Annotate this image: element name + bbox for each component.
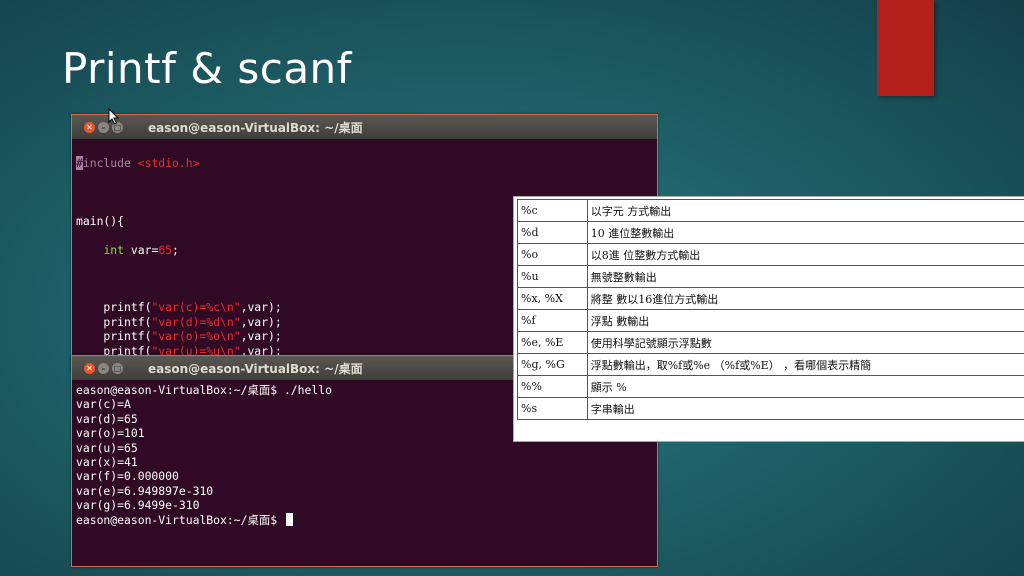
specifier-cell: %d xyxy=(517,221,588,244)
table-row: %f 浮點 數輸出 xyxy=(517,309,1024,332)
specifier-cell: %c xyxy=(517,199,588,222)
description-cell: 顯示 % xyxy=(586,375,1024,398)
text-cursor: # xyxy=(76,156,83,171)
cursor-icon xyxy=(285,512,293,526)
table-row: %u 無號整數輸出 xyxy=(517,265,1024,288)
output-line: var(e)=6.949897e-310 xyxy=(76,483,214,498)
close-icon[interactable]: ✕ xyxy=(84,121,95,133)
specifier-cell: %g, %G xyxy=(517,353,588,376)
table-row: %% 顯示 % xyxy=(517,375,1024,398)
table-row: %s 字串輸出 xyxy=(517,397,1024,420)
output-line: var(f)=0.000000 xyxy=(76,469,179,484)
prompt-line[interactable]: eason@eason-VirtualBox:~/桌面$ xyxy=(76,512,657,527)
window-title: eason@eason-VirtualBox: ~/桌面 xyxy=(148,361,363,376)
description-cell: 使用科學記號顯示浮點數 xyxy=(586,331,1024,354)
table-row: %c 以字元 方式輸出 xyxy=(517,199,1024,222)
table-row: %g, %G 浮點數輸出，取%f或%e （%f或%E） ，看哪個表示精簡 xyxy=(517,353,1024,376)
accent-tab xyxy=(877,0,934,96)
specifier-cell: %o xyxy=(517,243,588,266)
description-cell: 將整 數以16進位方式輸出 xyxy=(586,287,1024,310)
table-row: %e, %E 使用科學記號顯示浮點數 xyxy=(517,331,1024,354)
mouse-pointer-icon xyxy=(108,108,120,125)
editor-titlebar[interactable]: ✕ – □ eason@eason-VirtualBox: ~/桌面 xyxy=(72,115,657,139)
description-cell: 字串輸出 xyxy=(586,397,1024,420)
slide-title: Printf & scanf xyxy=(62,44,352,93)
description-cell: 以8進 位整數方式輸出 xyxy=(586,243,1024,266)
table-row: %d 10 進位整數輸出 xyxy=(517,221,1024,244)
output-line: var(u)=65 xyxy=(76,440,138,455)
minimize-icon[interactable]: – xyxy=(98,362,109,374)
specifier-cell: %x, %X xyxy=(517,287,588,310)
description-cell: 浮點 數輸出 xyxy=(586,309,1024,332)
description-cell: 以字元 方式輸出 xyxy=(586,199,1024,222)
table-row: %o 以8進 位整數方式輸出 xyxy=(517,243,1024,266)
specifier-cell: %e, %E xyxy=(517,331,588,354)
table-row: %x, %X 將整 數以16進位方式輸出 xyxy=(517,287,1024,310)
output-line: var(x)=41 xyxy=(76,455,138,470)
code-line-include: #include <stdio.h> xyxy=(76,156,200,171)
output-line: var(g)=6.9499e-310 xyxy=(76,498,200,513)
maximize-icon[interactable]: □ xyxy=(112,362,123,374)
specifier-rows: %c 以字元 方式輸出 %d 10 進位整數輸出 %o 以8進 位整數方式輸出 %u 無號整數… xyxy=(517,199,1024,420)
specifier-cell: %s xyxy=(517,397,588,420)
description-cell: 無號整數輸出 xyxy=(586,265,1024,288)
close-icon[interactable]: ✕ xyxy=(84,362,95,374)
format-specifier-table: %c 以字元 方式輸出 %d 10 進位整數輸出 %o 以8進 位整數方式輸出 %u 無號整數… xyxy=(513,196,1024,442)
description-cell: 浮點數輸出，取%f或%e （%f或%E） ，看哪個表示精簡 xyxy=(586,353,1024,376)
specifier-cell: %% xyxy=(517,375,588,398)
specifier-cell: %u xyxy=(517,265,588,288)
description-cell: 10 進位整數輸出 xyxy=(586,221,1024,244)
window-title: eason@eason-VirtualBox: ~/桌面 xyxy=(148,120,363,135)
specifier-cell: %f xyxy=(517,309,588,332)
